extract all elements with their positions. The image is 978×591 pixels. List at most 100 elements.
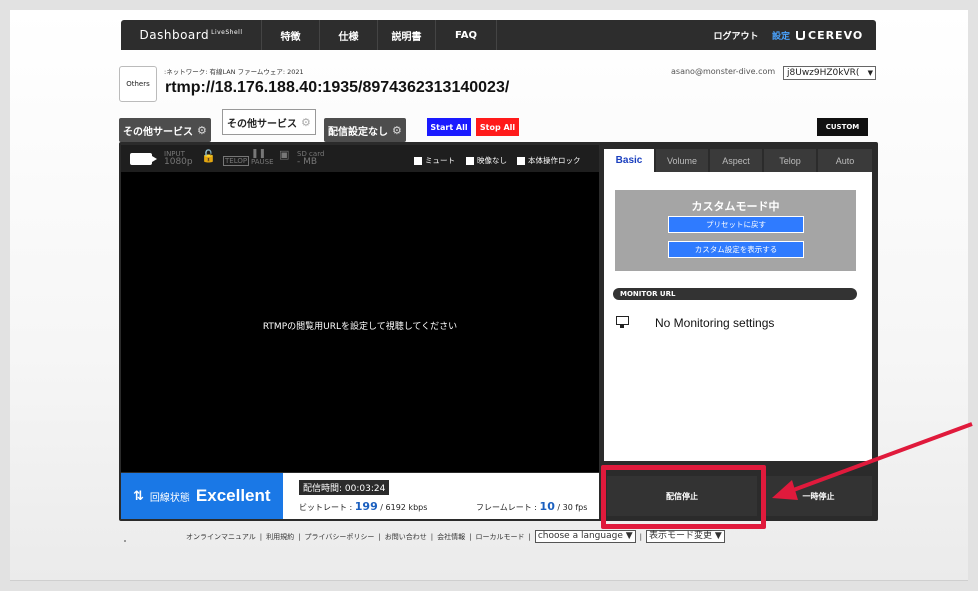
footer-links: オンラインマニュアル | 利用規約 | プライバシーポリシー | お問い合わせ | 会社… bbox=[186, 530, 725, 543]
line-status-value: Excellent bbox=[195, 486, 271, 505]
cerevo-mark-icon bbox=[796, 30, 805, 40]
no-monitoring-text: No Monitoring settings bbox=[655, 316, 775, 330]
no-video-check-box bbox=[466, 156, 474, 165]
reset-preset-button[interactable]: プリセットに戻す bbox=[668, 216, 804, 233]
nav-item-specs[interactable]: 仕様 bbox=[319, 20, 377, 50]
footer-link-local-mode[interactable]: ローカルモード bbox=[475, 532, 524, 542]
stream-time-value: 00:03:24 bbox=[344, 484, 386, 494]
show-custom-button[interactable]: カスタム設定を表示する bbox=[668, 241, 804, 258]
footer-link-terms[interactable]: 利用規約 bbox=[266, 532, 294, 542]
input-indicator: INPUT 1080p bbox=[164, 150, 193, 167]
language-select[interactable]: choose a language ▼ bbox=[534, 530, 636, 543]
tab-auto[interactable]: Auto bbox=[818, 149, 872, 172]
nav-item-features[interactable]: 特徴 bbox=[261, 20, 319, 50]
stop-stream-button[interactable]: 配信停止 bbox=[607, 476, 757, 516]
cerevo-text: CEREVO bbox=[808, 28, 864, 42]
telop-indicator: TELOP bbox=[223, 156, 250, 166]
sd-value: - MB bbox=[297, 157, 318, 167]
account-email: asano@monster-dive.com bbox=[671, 67, 776, 76]
network-info: :ネットワーク: 有線LAN ファームウェア: 2021 bbox=[164, 68, 304, 76]
stream-time: 配信時間: 00:03:24 bbox=[299, 480, 390, 495]
brand-name: Dashboard bbox=[139, 28, 210, 42]
pause-stream-button[interactable]: 一時停止 bbox=[765, 476, 872, 516]
video-message: RTMPの閲覧用URLを設定して視聴してください bbox=[262, 322, 458, 332]
nav-item-faq[interactable]: FAQ bbox=[435, 20, 497, 50]
gear-icon: ⚙ bbox=[392, 123, 402, 137]
mute-check-box bbox=[414, 156, 422, 165]
mute-checkbox[interactable]: ミュート bbox=[414, 155, 455, 166]
up-down-arrow-icon: ⇅ bbox=[133, 488, 144, 504]
footer-separator: | bbox=[469, 532, 472, 541]
footer-link-company[interactable]: 会社情報 bbox=[437, 532, 465, 542]
line-status-label: 回線状態 bbox=[149, 492, 190, 504]
monitor-url-header: MONITOR URL bbox=[613, 288, 857, 300]
language-select-value: choose a language bbox=[537, 531, 623, 541]
no-video-checkbox[interactable]: 映像なし bbox=[466, 155, 507, 166]
chevron-down-icon: ▼ bbox=[867, 69, 873, 77]
gear-icon: ⚙ bbox=[197, 123, 207, 137]
service-button-1[interactable]: その他サービス ⚙ bbox=[119, 118, 211, 142]
pause-label: PAUSE bbox=[251, 158, 274, 166]
framerate-stat: フレームレート : 10 / 30 fps bbox=[476, 500, 587, 513]
custom-mode-box: カスタムモード中 プリセットに戻す カスタム設定を表示する bbox=[615, 190, 856, 271]
footer-separator: | bbox=[639, 532, 643, 541]
input-value: 1080p bbox=[164, 157, 193, 167]
sd-card-icon: ▣ bbox=[279, 148, 290, 161]
footer-separator: | bbox=[430, 532, 434, 541]
tab-aspect[interactable]: Aspect bbox=[710, 149, 762, 172]
tab-volume[interactable]: Volume bbox=[656, 149, 708, 172]
display-mode-select[interactable]: 表示モード変更 ▼ bbox=[646, 530, 725, 543]
stream-key-value: j8Uwz9HZ0kVR( bbox=[787, 68, 860, 78]
logout-link[interactable]: ログアウト bbox=[700, 29, 772, 42]
bitrate-stat: ビットレート : 199 / 6192 kbps bbox=[299, 500, 427, 513]
custom-mode-title: カスタムモード中 bbox=[691, 200, 780, 213]
camera-icon bbox=[130, 153, 157, 165]
brand-logo[interactable]: Dashboard LiveShell bbox=[121, 20, 261, 50]
footer-separator: | bbox=[259, 532, 263, 541]
lock-icon: 🔓 bbox=[201, 149, 216, 163]
cerevo-logo: CEREVO bbox=[796, 29, 876, 42]
display-mode-value: 表示モード変更 bbox=[649, 531, 713, 541]
stream-key-select[interactable]: j8Uwz9HZ0kVR( ▼ bbox=[783, 66, 876, 80]
line-status: ⇅ 回線状態 Excellent bbox=[121, 473, 283, 519]
footer-separator: | bbox=[298, 532, 301, 541]
tab-basic[interactable]: Basic bbox=[604, 149, 654, 172]
bitrate-value: 199 bbox=[354, 500, 378, 513]
footer-link-contact[interactable]: お問い合わせ bbox=[385, 532, 427, 542]
tab-telop[interactable]: Telop bbox=[764, 149, 816, 172]
chevron-down-icon: ▼ bbox=[625, 531, 633, 541]
framerate-label: フレームレート : bbox=[476, 503, 540, 512]
footer-dot bbox=[124, 540, 126, 542]
nav-item-manual[interactable]: 説明書 bbox=[377, 20, 435, 50]
chevron-down-icon: ▼ bbox=[714, 531, 722, 541]
bitrate-max: / 6192 kbps bbox=[377, 503, 428, 512]
settings-link[interactable]: 設定 bbox=[772, 29, 796, 42]
service-logo-others: Others bbox=[119, 66, 157, 102]
device-lock-checkbox[interactable]: 本体操作ロック bbox=[517, 155, 581, 166]
no-video-label: 映像なし bbox=[477, 156, 507, 165]
no-config-button[interactable]: 配信設定なし ⚙ bbox=[324, 118, 406, 142]
video-preview: RTMPの閲覧用URLを設定して視聴してください bbox=[121, 172, 599, 472]
framerate-max: / 30 fps bbox=[554, 503, 588, 512]
rtmp-url: rtmp://18.176.188.40:1935/89743623131400… bbox=[165, 79, 510, 96]
stream-stats: 配信時間: 00:03:24 ビットレート : 199 / 6192 kbps … bbox=[283, 473, 599, 519]
framerate-value: 10 bbox=[539, 500, 555, 513]
footer-link-manual[interactable]: オンラインマニュアル bbox=[186, 532, 256, 542]
custom-button[interactable]: CUSTOM bbox=[817, 118, 868, 136]
service-button-1-label: その他サービス bbox=[123, 126, 193, 138]
pause-indicator: ❚❚ PAUSE bbox=[251, 150, 274, 167]
service-button-2[interactable]: その他サービス ⚙ bbox=[222, 109, 316, 135]
stop-all-button[interactable]: Stop All bbox=[476, 118, 519, 136]
footer-link-privacy[interactable]: プライバシーポリシー bbox=[305, 532, 375, 542]
no-config-label: 配信設定なし bbox=[328, 126, 388, 138]
top-nav: Dashboard LiveShell 特徴 仕様 説明書 FAQ ログアウト 設… bbox=[121, 20, 876, 50]
brand-sup: LiveShell bbox=[211, 28, 243, 36]
device-lock-check-box bbox=[517, 156, 525, 165]
bitrate-label: ビットレート : bbox=[299, 503, 355, 512]
start-all-button[interactable]: Start All bbox=[427, 118, 471, 136]
footer-separator: | bbox=[528, 532, 531, 541]
service-button-2-label: その他サービス bbox=[227, 118, 297, 130]
sd-indicator: SD card - MB bbox=[297, 150, 324, 167]
footer-separator: | bbox=[378, 532, 381, 541]
gear-icon: ⚙ bbox=[301, 115, 311, 129]
